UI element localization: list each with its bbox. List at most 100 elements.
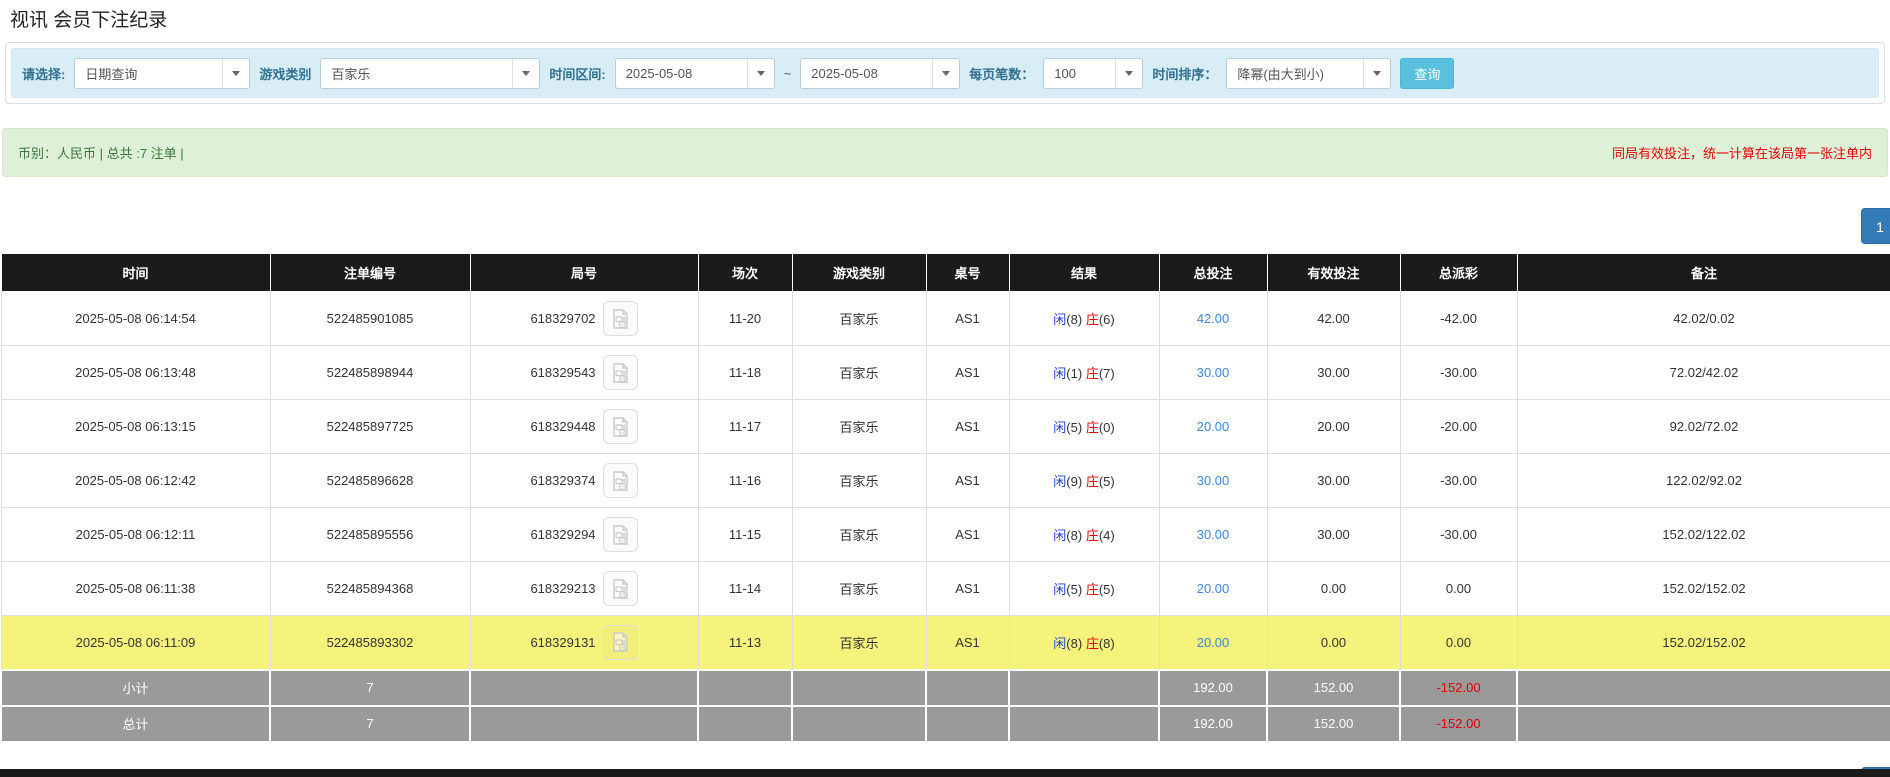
table-row: 2025-05-08 06:11:09 522485893302 6183291… <box>0 615 1890 670</box>
video-record-button[interactable] <box>602 463 638 498</box>
table-row: 2025-05-08 06:12:42 522485896628 6183293… <box>0 453 1890 508</box>
result-player-value: (8) <box>1066 312 1083 327</box>
total-bet-link[interactable]: 30.00 <box>1197 527 1230 542</box>
video-file-icon <box>613 416 628 437</box>
col-header-game: 游戏类别 <box>791 253 927 292</box>
video-record-button[interactable] <box>602 301 638 336</box>
date-to-value: 2025-05-08 <box>811 65 878 81</box>
table-body: 2025-05-08 06:14:54 522485901085 6183297… <box>0 291 1890 670</box>
cell-valid-bet: 30.00 <box>1266 453 1401 508</box>
result-banker-value: (0) <box>1098 420 1115 435</box>
chevron-down-icon <box>222 58 250 88</box>
cell-game: 百家乐 <box>791 291 927 346</box>
game-category-select[interactable]: 百家乐 <box>320 57 541 89</box>
cell-session: 11-18 <box>697 345 793 400</box>
filter-panel: 请选择: 日期查询 游戏类别 百家乐 时间区间: 2025-05-08 ~ 20… <box>5 42 1885 104</box>
game-category-value: 百家乐 <box>331 66 371 82</box>
cell-round-no: 618329213 <box>530 581 596 596</box>
cell-table-no: AS1 <box>925 345 1010 400</box>
result-banker-value: (6) <box>1098 312 1115 327</box>
cell-payout: -42.00 <box>1399 291 1518 346</box>
select-type-label: 请选择: <box>22 66 66 82</box>
result-banker-label: 庄 <box>1085 528 1099 543</box>
summary-alert-bar: 币别：人民币 | 总共 :7 注单 | 同局有效投注，统一计算在该局第一张注单内 <box>2 128 1888 177</box>
col-header-bet-no: 注单编号 <box>269 253 471 292</box>
subtotal-payout: -152.00 <box>1399 668 1518 707</box>
search-button[interactable]: 查询 <box>1400 57 1455 89</box>
cell-table-no: AS1 <box>925 291 1010 346</box>
video-record-button[interactable] <box>602 409 638 444</box>
cell-table-no: AS1 <box>925 561 1010 616</box>
col-header-valid-bet: 有效投注 <box>1266 253 1401 292</box>
cell-remark: 42.02/0.02 <box>1516 291 1890 346</box>
cell-valid-bet: 0.00 <box>1266 615 1401 670</box>
cell-table-no: AS1 <box>925 453 1010 508</box>
total-bet-link[interactable]: 30.00 <box>1197 473 1230 488</box>
result-player-value: (9) <box>1066 474 1083 489</box>
chevron-down-icon <box>1363 58 1391 88</box>
cell-payout: -20.00 <box>1399 399 1518 454</box>
cell-time: 2025-05-08 06:14:54 <box>0 291 271 346</box>
cell-bet-no: 522485897725 <box>269 399 471 454</box>
cell-remark: 72.02/42.02 <box>1516 345 1890 400</box>
total-bet-link[interactable]: 20.00 <box>1197 419 1230 434</box>
table-header: 时间 注单编号 局号 场次 游戏类别 桌号 结果 总投注 有效投注 总派彩 备注 <box>0 253 1890 292</box>
date-range-separator: ~ <box>783 65 792 81</box>
cell-round-no: 618329448 <box>530 419 596 434</box>
cell-round-no: 618329374 <box>530 473 596 488</box>
query-type-value: 日期查询 <box>85 66 138 82</box>
cell-game: 百家乐 <box>791 615 927 670</box>
chevron-down-icon <box>512 58 540 88</box>
cell-session: 11-20 <box>697 291 793 346</box>
video-record-button[interactable] <box>602 355 638 390</box>
game-category-label: 游戏类别 <box>259 66 312 82</box>
cell-valid-bet: 0.00 <box>1266 561 1401 616</box>
total-valid-bet: 152.00 <box>1266 704 1401 743</box>
video-record-button[interactable] <box>602 571 638 606</box>
col-header-time: 时间 <box>0 253 271 292</box>
col-header-table-no: 桌号 <box>925 253 1010 292</box>
cell-remark: 152.02/122.02 <box>1516 507 1890 562</box>
cell-game: 百家乐 <box>791 507 927 562</box>
cell-remark: 152.02/152.02 <box>1516 561 1890 616</box>
cell-bet-no: 522485901085 <box>269 291 471 346</box>
page-size-select[interactable]: 100 <box>1043 57 1144 89</box>
date-to-select[interactable]: 2025-05-08 <box>800 57 961 89</box>
video-record-button[interactable] <box>602 624 638 660</box>
cell-session: 11-13 <box>697 615 793 670</box>
video-record-button[interactable] <box>602 517 638 552</box>
cell-game: 百家乐 <box>791 561 927 616</box>
table-row: 2025-05-08 06:11:38 522485894368 6183292… <box>0 561 1890 616</box>
total-bet-link[interactable]: 30.00 <box>1197 365 1230 380</box>
result-banker-label: 庄 <box>1085 582 1099 597</box>
cell-result: 闲(5) 庄(5) <box>1008 561 1160 616</box>
cell-bet-no: 522485894368 <box>269 561 471 616</box>
time-sort-value: 降幂(由大到小) <box>1237 66 1324 82</box>
time-range-label: 时间区间: <box>549 66 606 82</box>
time-sort-select[interactable]: 降幂(由大到小) <box>1226 57 1392 89</box>
subtotal-total-bet: 192.00 <box>1158 668 1268 707</box>
cell-round-no: 618329702 <box>530 311 596 326</box>
total-bet-link[interactable]: 42.00 <box>1197 311 1230 326</box>
total-bet-link[interactable]: 20.00 <box>1197 581 1230 596</box>
subtotal-count: 7 <box>269 668 471 707</box>
result-player-value: (8) <box>1066 635 1083 651</box>
col-header-session: 场次 <box>697 253 793 292</box>
date-from-select[interactable]: 2025-05-08 <box>614 57 775 89</box>
page-1-button[interactable]: 1 <box>1861 208 1890 244</box>
table-row: 2025-05-08 06:13:48 522485898944 6183295… <box>0 345 1890 400</box>
query-type-select[interactable]: 日期查询 <box>74 57 251 89</box>
result-player-value: (5) <box>1066 420 1083 435</box>
cell-time: 2025-05-08 06:12:11 <box>0 507 271 562</box>
cell-payout: 0.00 <box>1399 615 1518 670</box>
cell-remark: 122.02/92.02 <box>1516 453 1890 508</box>
cell-bet-no: 522485896628 <box>269 453 471 508</box>
result-banker-value: (5) <box>1098 474 1115 489</box>
cell-bet-no: 522485895556 <box>269 507 471 562</box>
total-count: 7 <box>269 704 471 743</box>
cell-round-no: 618329543 <box>530 365 596 380</box>
cell-valid-bet: 30.00 <box>1266 507 1401 562</box>
cell-time: 2025-05-08 06:13:48 <box>0 345 271 400</box>
cell-time: 2025-05-08 06:12:42 <box>0 453 271 508</box>
total-bet-link[interactable]: 20.00 <box>1197 635 1230 650</box>
